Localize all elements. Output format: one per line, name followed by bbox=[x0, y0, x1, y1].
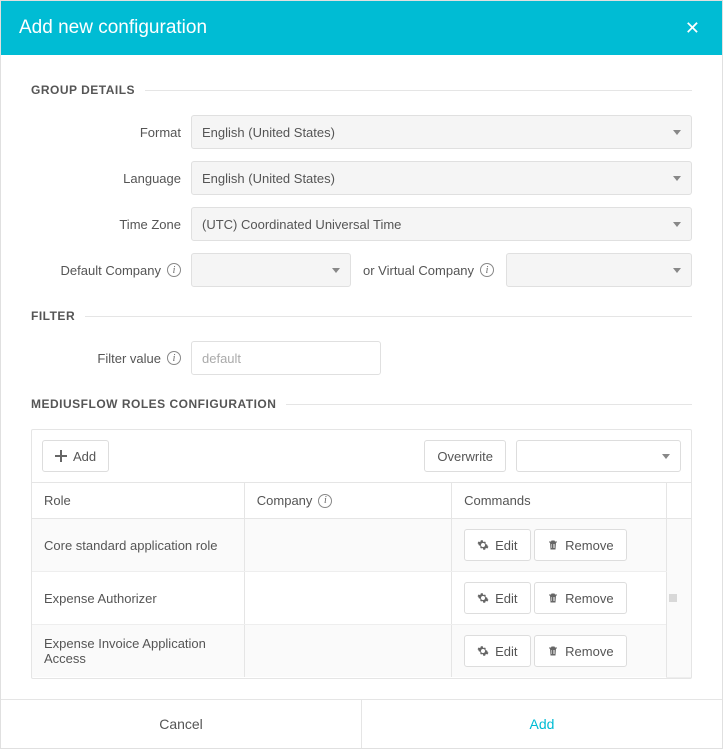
section-rule bbox=[145, 90, 692, 91]
caret-down-icon bbox=[673, 176, 681, 181]
modal-title: Add new configuration bbox=[19, 17, 207, 39]
cell-commands: Edit Remove bbox=[452, 625, 667, 678]
section-rule bbox=[85, 316, 692, 317]
section-title: FILTER bbox=[31, 309, 75, 323]
select-format[interactable]: English (United States) bbox=[191, 115, 692, 149]
select-virtual-company[interactable] bbox=[506, 253, 692, 287]
edit-button[interactable]: Edit bbox=[464, 529, 530, 561]
section-header-group-details: GROUP DETAILS bbox=[31, 83, 692, 97]
info-icon[interactable]: i bbox=[167, 263, 181, 277]
caret-down-icon bbox=[332, 268, 340, 273]
cell-role: Core standard application role bbox=[32, 519, 244, 572]
select-format-value: English (United States) bbox=[202, 125, 335, 140]
col-commands-header: Commands bbox=[452, 483, 667, 519]
cell-company bbox=[244, 572, 451, 625]
label-or-virtual-company: or Virtual Company i bbox=[361, 263, 496, 278]
label-language: Language bbox=[31, 171, 181, 186]
table-row: Expense Authorizer Edit Remove bbox=[32, 572, 691, 625]
trash-icon bbox=[547, 592, 559, 604]
info-icon[interactable]: i bbox=[480, 263, 494, 277]
cancel-button[interactable]: Cancel bbox=[1, 700, 361, 748]
row-format: Format English (United States) bbox=[31, 115, 692, 149]
modal-header: Add new configuration ✕ bbox=[1, 1, 722, 55]
label-default-company: Default Company i bbox=[31, 263, 181, 278]
roles-container: Add Overwrite Role bbox=[31, 429, 692, 679]
select-overwrite[interactable] bbox=[516, 440, 681, 472]
edit-button[interactable]: Edit bbox=[464, 582, 530, 614]
close-button[interactable]: ✕ bbox=[681, 18, 704, 39]
cell-company bbox=[244, 625, 451, 678]
caret-down-icon bbox=[673, 268, 681, 273]
col-role-header[interactable]: Role bbox=[32, 483, 244, 519]
table-row: Core standard application role Edit Remo… bbox=[32, 519, 691, 572]
remove-button[interactable]: Remove bbox=[534, 582, 626, 614]
scroll-thumb[interactable] bbox=[669, 594, 677, 602]
section-header-filter: FILTER bbox=[31, 309, 692, 323]
modal-footer: Cancel Add bbox=[1, 699, 722, 748]
row-timezone: Time Zone (UTC) Coordinated Universal Ti… bbox=[31, 207, 692, 241]
select-default-company[interactable] bbox=[191, 253, 351, 287]
caret-down-icon bbox=[673, 130, 681, 135]
cell-role: Expense Invoice Application Access bbox=[32, 625, 244, 678]
col-company-header[interactable]: Company i bbox=[244, 483, 451, 519]
modal-add-configuration: Add new configuration ✕ GROUP DETAILS Fo… bbox=[0, 0, 723, 749]
cell-role: Expense Authorizer bbox=[32, 572, 244, 625]
table-row: Expense Invoice Application Access Edit … bbox=[32, 625, 691, 678]
roles-toolbar: Add Overwrite bbox=[32, 430, 691, 482]
select-timezone-value: (UTC) Coordinated Universal Time bbox=[202, 217, 401, 232]
modal-body: GROUP DETAILS Format English (United Sta… bbox=[1, 55, 722, 699]
gear-icon bbox=[477, 539, 489, 551]
cell-commands: Edit Remove bbox=[452, 519, 667, 572]
section-title: GROUP DETAILS bbox=[31, 83, 135, 97]
caret-down-icon bbox=[662, 454, 670, 459]
trash-icon bbox=[547, 539, 559, 551]
remove-button[interactable]: Remove bbox=[534, 635, 626, 667]
table-header-row: Role Company i Commands bbox=[32, 483, 691, 519]
caret-down-icon bbox=[673, 222, 681, 227]
row-filter-value: Filter value i bbox=[31, 341, 692, 375]
cell-commands: Edit Remove bbox=[452, 572, 667, 625]
roles-table-body: Core standard application role Edit Remo… bbox=[32, 519, 691, 678]
select-language[interactable]: English (United States) bbox=[191, 161, 692, 195]
row-company: Default Company i or Virtual Company i bbox=[31, 253, 692, 287]
trash-icon bbox=[547, 645, 559, 657]
gear-icon bbox=[477, 592, 489, 604]
input-filter-value[interactable] bbox=[191, 341, 381, 375]
select-timezone[interactable]: (UTC) Coordinated Universal Time bbox=[191, 207, 692, 241]
gear-icon bbox=[477, 645, 489, 657]
row-language: Language English (United States) bbox=[31, 161, 692, 195]
roles-table: Role Company i Commands bbox=[32, 482, 691, 678]
section-header-roles: MEDIUSFLOW ROLES CONFIGURATION bbox=[31, 397, 692, 411]
label-timezone: Time Zone bbox=[31, 217, 181, 232]
add-button[interactable]: Add bbox=[361, 700, 722, 748]
label-format: Format bbox=[31, 125, 181, 140]
scrollbar[interactable] bbox=[667, 519, 692, 678]
add-role-button[interactable]: Add bbox=[42, 440, 109, 472]
remove-button[interactable]: Remove bbox=[534, 529, 626, 561]
close-icon: ✕ bbox=[685, 18, 700, 38]
overwrite-button[interactable]: Overwrite bbox=[424, 440, 506, 472]
info-icon[interactable]: i bbox=[167, 351, 181, 365]
plus-icon bbox=[55, 450, 67, 462]
label-filter-value: Filter value i bbox=[31, 351, 181, 366]
section-title: MEDIUSFLOW ROLES CONFIGURATION bbox=[31, 397, 276, 411]
cell-company bbox=[244, 519, 451, 572]
select-language-value: English (United States) bbox=[202, 171, 335, 186]
section-rule bbox=[286, 404, 692, 405]
edit-button[interactable]: Edit bbox=[464, 635, 530, 667]
info-icon[interactable]: i bbox=[318, 494, 332, 508]
scrollbar-track bbox=[667, 483, 692, 519]
